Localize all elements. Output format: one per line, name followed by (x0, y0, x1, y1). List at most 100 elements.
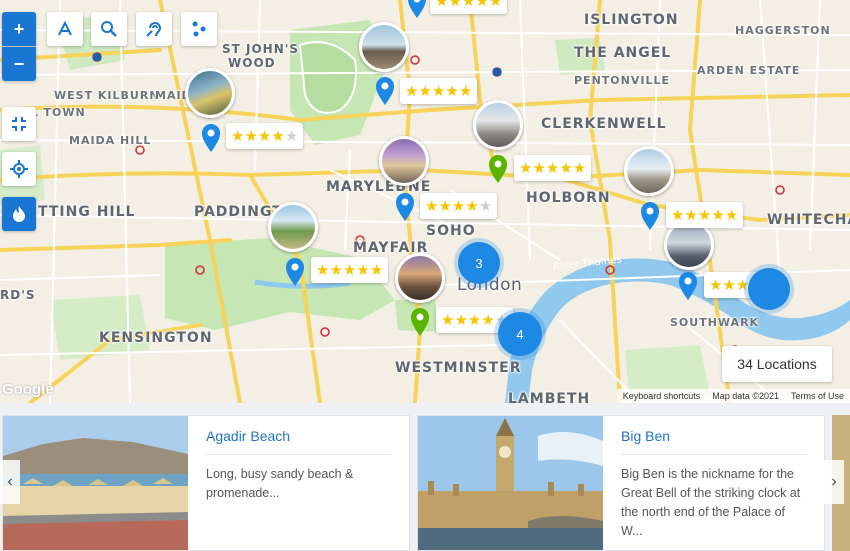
rating-label-top: ★ ★ ★ ★ ★ (430, 0, 508, 14)
ear-icon (146, 22, 162, 37)
google-logo: Google (2, 381, 54, 398)
star-filled-icon: ★ (475, 0, 489, 10)
locate-button[interactable] (2, 152, 36, 186)
star-filled-icon: ★ (697, 207, 712, 224)
star-filled-icon: ★ (271, 128, 285, 145)
rating-label-hyde-park: ★ ★ ★ ★ ★ (311, 257, 389, 283)
location-carousel: Agadir Beach Long, busy sandy beach & pr… (0, 403, 850, 551)
fit-bounds-button[interactable] (2, 107, 36, 141)
star-filled-icon: ★ (724, 207, 739, 224)
map-pin-marylebone[interactable] (394, 191, 416, 223)
zoom-in-button[interactable]: + (2, 12, 36, 46)
card-image-agadir-beach (3, 416, 188, 550)
heatmap-button[interactable] (2, 197, 36, 231)
star-filled-icon: ★ (244, 128, 258, 145)
photo-marker-st-johns-wood[interactable] (359, 22, 409, 72)
star-filled-icon: ★ (441, 312, 455, 329)
star-filled-icon: ★ (722, 277, 736, 294)
area-label-st-johns-wood: ST JOHN'S (222, 42, 300, 56)
star-filled-icon: ★ (445, 83, 459, 100)
area-label-kensington: KENSINGTON (99, 330, 213, 346)
star-filled-icon: ★ (231, 128, 245, 145)
fit-bounds-icon (12, 117, 26, 131)
rating-label-maida-vale: ★ ★ ★ ★ ★ (226, 123, 304, 149)
zoom-search-button[interactable] (91, 12, 127, 46)
star-filled-icon: ★ (559, 160, 573, 177)
photo-marker-british-museum[interactable] (473, 100, 523, 150)
keyboard-shortcuts-link[interactable]: Keyboard shortcuts (623, 391, 701, 401)
star-filled-icon: ★ (461, 0, 476, 10)
area-label-the-angel: THE ANGEL (574, 45, 672, 61)
star-filled-icon: ★ (454, 312, 468, 329)
photo-marker-hyde-park[interactable] (268, 202, 318, 252)
map-view[interactable]: ISLINGTON HAGGERSTON ST JOHN'S WOOD THE … (0, 0, 850, 403)
star-filled-icon: ★ (418, 83, 432, 100)
route-button[interactable] (47, 12, 83, 46)
map-data-text: Map data ©2021 (712, 391, 779, 401)
waypoints-icon (192, 21, 206, 37)
cluster-marker[interactable]: 3 (458, 242, 500, 284)
area-label-haggerston: HAGGERSTON (735, 24, 831, 37)
cluster-marker[interactable]: 4 (498, 312, 542, 356)
photo-marker-marylebone[interactable] (379, 136, 429, 186)
star-filled-icon: ★ (369, 262, 384, 279)
card-title-big-ben[interactable]: Big Ben (621, 428, 806, 455)
photo-marker-maida-vale[interactable] (185, 68, 235, 118)
star-filled-icon: ★ (458, 83, 473, 100)
area-label-soho: SOHO (426, 223, 476, 239)
star-filled-icon: ★ (425, 198, 439, 215)
area-label-st-johns-wood-2: WOOD (228, 56, 276, 70)
map-pin-top[interactable] (406, 0, 428, 18)
area-label-maida-hill: MAIDA HILL (69, 134, 152, 147)
locations-count-badge[interactable]: 34 Locations (722, 346, 832, 382)
star-filled-icon: ★ (572, 160, 587, 177)
card-image-big-ben (418, 416, 603, 550)
photo-marker-st-pauls[interactable] (624, 146, 674, 196)
map-attribution: Keyboard shortcuts Map data ©2021 Terms … (616, 389, 850, 403)
map-pin-st-pauls[interactable] (639, 200, 661, 232)
star-filled-icon: ★ (329, 262, 343, 279)
zoom-out-button[interactable]: − (2, 47, 36, 81)
star-filled-icon: ★ (342, 262, 357, 279)
heatmap-fire-icon (13, 206, 25, 222)
map-pin-st-johns-wood[interactable] (374, 75, 396, 107)
card-title-agadir-beach[interactable]: Agadir Beach (206, 428, 391, 455)
star-empty-icon: ★ (284, 128, 299, 145)
carousel-prev-button[interactable]: ‹ (0, 460, 20, 504)
location-card-big-ben[interactable]: Big Ben Big Ben is the nickname for the … (417, 415, 825, 551)
area-label-earls: RD'S (0, 288, 36, 302)
star-filled-icon: ★ (488, 0, 503, 10)
star-filled-icon: ★ (532, 160, 546, 177)
map-pin-british-museum[interactable] (487, 153, 509, 185)
star-filled-icon: ★ (451, 198, 466, 215)
star-filled-icon: ★ (709, 277, 723, 294)
map-pin-westminster[interactable] (409, 306, 431, 338)
location-card-agadir-beach[interactable]: Agadir Beach Long, busy sandy beach & pr… (2, 415, 410, 551)
star-filled-icon: ★ (465, 198, 479, 215)
area-label-notting-hill: TTING HILL (38, 204, 136, 220)
accessibility-button[interactable] (136, 12, 172, 46)
waypoints-button[interactable] (181, 12, 217, 46)
locate-icon (10, 160, 28, 178)
star-filled-icon: ★ (356, 262, 370, 279)
map-pin-maida-vale[interactable] (200, 122, 222, 154)
rating-label-marylebone: ★ ★ ★ ★ ★ (420, 193, 498, 219)
area-label-holborn: HOLBORN (526, 190, 611, 206)
area-label-clerkenwell: CLERKENWELL (541, 116, 667, 132)
area-label-southwark: SOUTHWARK (670, 316, 760, 329)
cluster-marker-partial[interactable] (748, 268, 790, 310)
zoom-search-icon (101, 21, 117, 37)
photo-marker-westminster[interactable] (395, 253, 445, 303)
star-filled-icon: ★ (671, 207, 685, 224)
route-icon (58, 20, 72, 36)
star-filled-icon: ★ (435, 0, 449, 10)
star-empty-icon: ★ (478, 198, 493, 215)
area-label-islington: ISLINGTON (584, 12, 679, 28)
terms-of-use-link[interactable]: Terms of Use (791, 391, 844, 401)
carousel-next-button[interactable]: › (824, 460, 844, 504)
map-pin-tower-bridge[interactable] (677, 270, 699, 302)
star-filled-icon: ★ (545, 160, 560, 177)
map-pin-hyde-park[interactable] (284, 256, 306, 288)
star-filled-icon: ★ (405, 83, 419, 100)
star-filled-icon: ★ (467, 312, 482, 329)
